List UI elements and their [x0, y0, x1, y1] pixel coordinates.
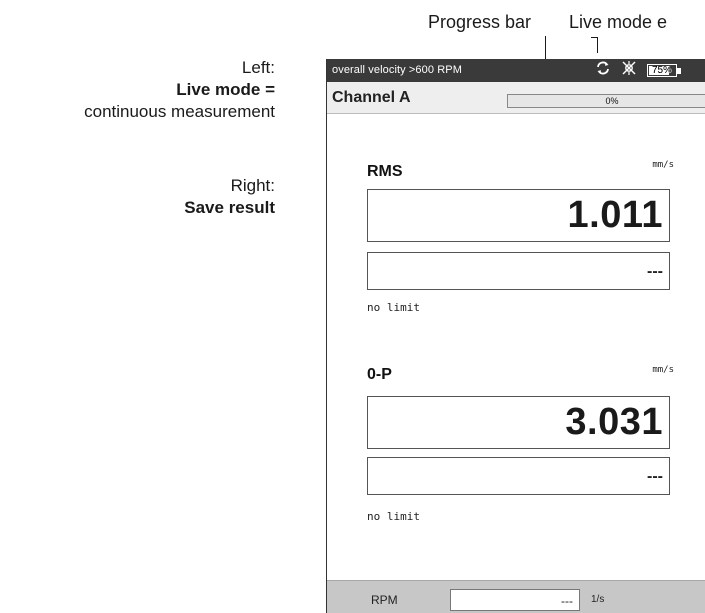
progress-text: 0% — [605, 96, 619, 106]
rms-value-box: 1.011 — [367, 189, 670, 242]
rpm-input[interactable]: --- — [450, 589, 580, 611]
status-icons: 75% — [595, 60, 681, 81]
annotation-live-mode-desc: continuous measurement — [84, 102, 275, 121]
peak-limit-value: --- — [647, 468, 663, 485]
callout-live-mode: Live mode e — [569, 12, 668, 32]
peak-value-box: 3.031 — [367, 396, 670, 449]
annotation-save-result: Save result — [184, 198, 275, 217]
battery-percent: 75% — [651, 65, 672, 76]
progress-bar: 0% — [507, 94, 705, 108]
rms-unit: mm/s — [652, 160, 674, 170]
annotation-left-heading: Left: — [241, 58, 275, 77]
measurement-title: overall velocity >600 RPM — [332, 64, 462, 76]
rpm-bar: RPM --- 1/s — [327, 580, 705, 613]
peak-limit-text: no limit — [367, 510, 420, 523]
refresh-icon[interactable] — [595, 60, 611, 81]
peak-limit-box: --- — [367, 457, 670, 495]
peak-value: 3.031 — [565, 401, 663, 443]
status-bar: overall velocity >600 RPM 75% — [327, 59, 705, 82]
channel-row: Channel A 0% — [327, 82, 705, 114]
battery-icon: 75% — [647, 64, 681, 77]
rpm-value: --- — [561, 594, 573, 608]
annotation-right-heading: Right: — [230, 176, 275, 195]
rpm-label: RPM — [371, 593, 398, 607]
annotation-left: Left: Live mode = continuous measurement — [0, 57, 275, 123]
leader-line-live-tick — [591, 37, 598, 38]
rms-value: 1.011 — [567, 194, 663, 236]
rms-title: RMS — [367, 163, 403, 180]
rpm-unit: 1/s — [591, 594, 605, 605]
device-screen: overall velocity >600 RPM 75% Channel A … — [326, 59, 705, 613]
channel-label: Channel A — [332, 89, 411, 106]
rms-limit-box: --- — [367, 252, 670, 290]
peak-title: 0-P — [367, 366, 392, 383]
annotation-live-mode: Live mode = — [176, 80, 275, 99]
sensor-icon — [621, 60, 637, 81]
callout-progress-bar: Progress bar — [428, 12, 532, 32]
annotation-right: Right: Save result — [0, 175, 275, 219]
rms-limit-value: --- — [647, 263, 663, 280]
leader-line-live — [597, 37, 598, 53]
peak-unit: mm/s — [652, 365, 674, 375]
battery-tip — [677, 68, 681, 74]
rms-limit-text: no limit — [367, 301, 420, 314]
